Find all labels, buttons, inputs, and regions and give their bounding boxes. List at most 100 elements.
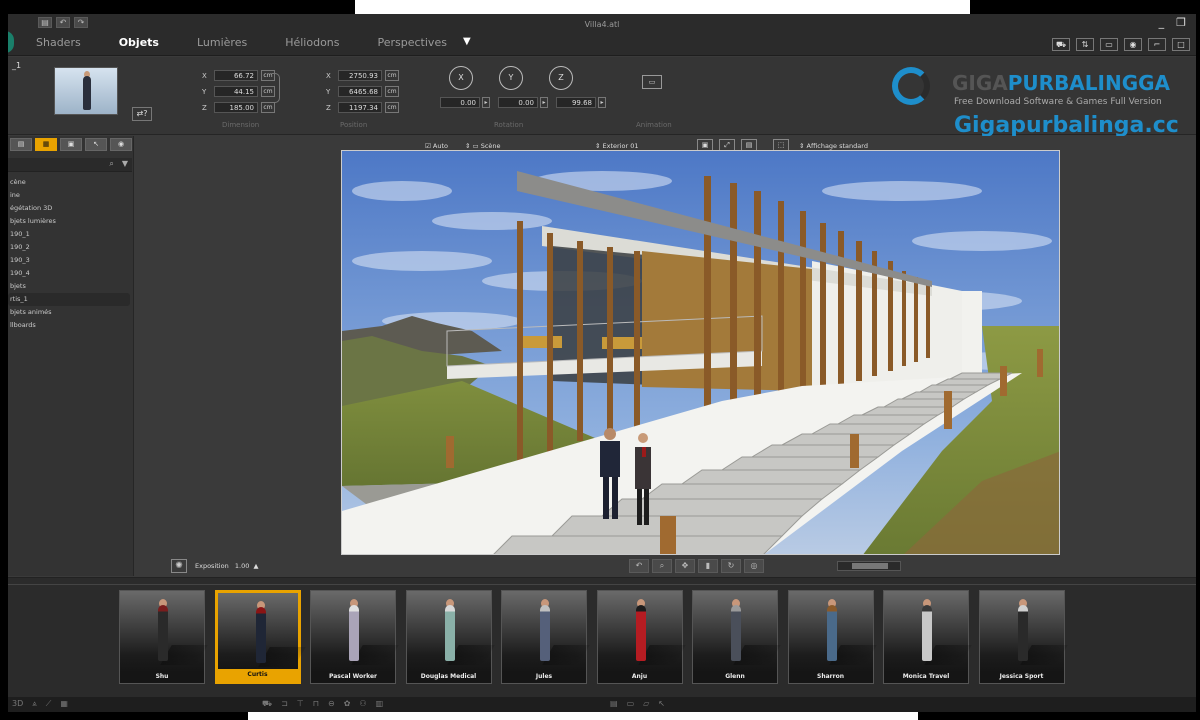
- dimension-unit[interactable]: cm: [261, 102, 275, 113]
- exposition-control[interactable]: Exposition 1.00 ▲: [195, 562, 259, 570]
- character-card[interactable]: Monica Travel: [883, 590, 972, 684]
- cursor-icon[interactable]: ↖: [658, 699, 665, 708]
- perspectives-dropdown-icon[interactable]: ▼: [463, 36, 471, 49]
- grid-icon[interactable]: ▦: [60, 699, 68, 709]
- rotation-x-stepper[interactable]: ▸: [482, 97, 490, 108]
- exposure-settings-icon[interactable]: ✺: [171, 559, 187, 573]
- character-card[interactable]: Shu: [119, 590, 208, 684]
- bench-icon[interactable]: ⊓: [313, 699, 319, 709]
- character-card[interactable]: Curtis: [214, 590, 306, 684]
- search-icon[interactable]: ⌕: [109, 159, 113, 169]
- screen-icon[interactable]: ▭: [627, 699, 635, 708]
- tree-item[interactable]: 190_4: [8, 267, 132, 280]
- menu-lumieres[interactable]: Lumières: [197, 36, 267, 49]
- zoom-icon[interactable]: ⌕: [652, 559, 672, 573]
- dimension-y-input[interactable]: 44.15: [214, 86, 258, 97]
- position-x-input[interactable]: 2750.93: [338, 70, 382, 81]
- car-icon[interactable]: ⛟: [262, 699, 272, 709]
- position-unit[interactable]: cm: [385, 102, 399, 113]
- restore-button[interactable]: ❐: [1176, 16, 1186, 29]
- cart-icon[interactable]: ⛟: [1052, 38, 1070, 51]
- rotate-x-button[interactable]: X: [449, 66, 473, 90]
- menu-shaders[interactable]: Shaders: [36, 36, 101, 49]
- pan-icon[interactable]: ✥: [675, 559, 695, 573]
- tree-search-bar[interactable]: ⌕ ▼: [8, 158, 132, 172]
- replace-object-button[interactable]: ⇄?: [132, 107, 152, 121]
- walk-icon[interactable]: ▮: [698, 559, 718, 573]
- 3d-mode-icon[interactable]: 3D: [12, 699, 23, 709]
- menu-heliodons[interactable]: Héliodons: [285, 36, 359, 49]
- plant-icon[interactable]: ✿: [344, 699, 351, 709]
- tree-item[interactable]: bjets animés: [8, 306, 132, 319]
- sync-icon[interactable]: ⇅: [1076, 38, 1094, 51]
- proportion-lock-icon[interactable]: [272, 73, 280, 103]
- gallery-icon[interactable]: ▭: [1100, 38, 1118, 51]
- rotation-z-input[interactable]: 99.68: [556, 97, 596, 108]
- watermark-subtitle: Free Download Software & Games Full Vers…: [954, 97, 1162, 107]
- render-viewport[interactable]: [341, 150, 1060, 555]
- measure-icon[interactable]: ⟋: [46, 699, 52, 709]
- crop-icon[interactable]: ⌐: [1148, 38, 1166, 51]
- animation-camera-icon[interactable]: ▭: [642, 75, 662, 89]
- rotate-z-button[interactable]: Z: [549, 66, 573, 90]
- tree-item[interactable]: 190_2: [8, 241, 132, 254]
- layout-icon[interactable]: ▤: [610, 699, 618, 708]
- vehicle-icon[interactable]: ⊖: [328, 699, 335, 709]
- tree-item[interactable]: 190_1: [8, 228, 132, 241]
- dimension-x-input[interactable]: 66.72: [214, 70, 258, 81]
- position-unit[interactable]: cm: [385, 70, 399, 81]
- chair-icon[interactable]: ⊐: [281, 699, 288, 709]
- tree-item[interactable]: llboards: [8, 319, 132, 332]
- tab-layers-icon[interactable]: ▣: [60, 138, 82, 151]
- character-card[interactable]: Jessica Sport: [978, 590, 1068, 684]
- tab-objects-icon[interactable]: ▦: [35, 138, 57, 151]
- rotation-y-input[interactable]: 0.00: [498, 97, 538, 108]
- tree-item-selected[interactable]: rtis_1: [8, 293, 130, 306]
- building-icon[interactable]: ▥: [376, 699, 384, 709]
- tab-select-icon[interactable]: ↖: [85, 138, 107, 151]
- scene-select[interactable]: ⇕ ▭ Scène: [465, 142, 501, 150]
- rotation-z-stepper[interactable]: ▸: [598, 97, 606, 108]
- tree-item[interactable]: ine: [8, 189, 132, 202]
- stairs-icon[interactable]: ⩓: [32, 699, 37, 709]
- people-icon[interactable]: ⚇: [359, 699, 366, 709]
- menu-perspectives[interactable]: Perspectives: [378, 36, 467, 49]
- navigation-speed-slider[interactable]: [837, 561, 901, 571]
- minimize-button[interactable]: _: [1159, 16, 1165, 29]
- tab-list-icon[interactable]: ▤: [10, 138, 32, 151]
- tab-visibility-icon[interactable]: ◉: [110, 138, 132, 151]
- character-card[interactable]: Douglas Medical: [405, 590, 495, 684]
- position-unit[interactable]: cm: [385, 86, 399, 97]
- exposition-value[interactable]: 1.00: [235, 562, 249, 570]
- menu-objets[interactable]: Objets: [119, 36, 179, 49]
- window-icon[interactable]: □: [1172, 38, 1190, 51]
- character-card[interactable]: Pascal Worker: [310, 590, 399, 684]
- animation-group-label: Animation: [636, 121, 672, 129]
- tree-item[interactable]: bjets lumières: [8, 215, 132, 228]
- dimension-z-input[interactable]: 185.00: [214, 102, 258, 113]
- rotate-y-button[interactable]: Y: [499, 66, 523, 90]
- folder-icon[interactable]: ▱: [643, 699, 649, 708]
- camera-select[interactable]: ⇕ Exterior 01: [595, 142, 638, 150]
- display-mode-select[interactable]: ⇕ Affichage standard: [799, 142, 868, 150]
- character-card[interactable]: Sharron: [787, 590, 877, 684]
- orbit-icon[interactable]: ↶: [629, 559, 649, 573]
- tree-item[interactable]: égétation 3D: [8, 202, 132, 215]
- character-card[interactable]: Anju: [596, 590, 686, 684]
- camera-icon[interactable]: ◉: [1124, 38, 1142, 51]
- tree-item[interactable]: bjets: [8, 280, 132, 293]
- character-card[interactable]: Glenn: [692, 590, 781, 684]
- position-y-input[interactable]: 6465.68: [338, 86, 382, 97]
- tree-item[interactable]: 190_3: [8, 254, 132, 267]
- position-z-input[interactable]: 1197.34: [338, 102, 382, 113]
- auto-checkbox[interactable]: ☑ Auto: [425, 142, 448, 150]
- lamp-icon[interactable]: ⊤: [297, 699, 304, 709]
- filter-dropdown-icon[interactable]: ▼: [122, 159, 128, 169]
- target-icon[interactable]: ◎: [744, 559, 764, 573]
- character-card[interactable]: Jules: [501, 590, 590, 684]
- rotation-x-input[interactable]: 0.00: [440, 97, 480, 108]
- rotate-view-icon[interactable]: ↻: [721, 559, 741, 573]
- rotation-y-stepper[interactable]: ▸: [540, 97, 548, 108]
- tree-item[interactable]: cène: [8, 176, 132, 189]
- slider-knob[interactable]: [852, 563, 888, 569]
